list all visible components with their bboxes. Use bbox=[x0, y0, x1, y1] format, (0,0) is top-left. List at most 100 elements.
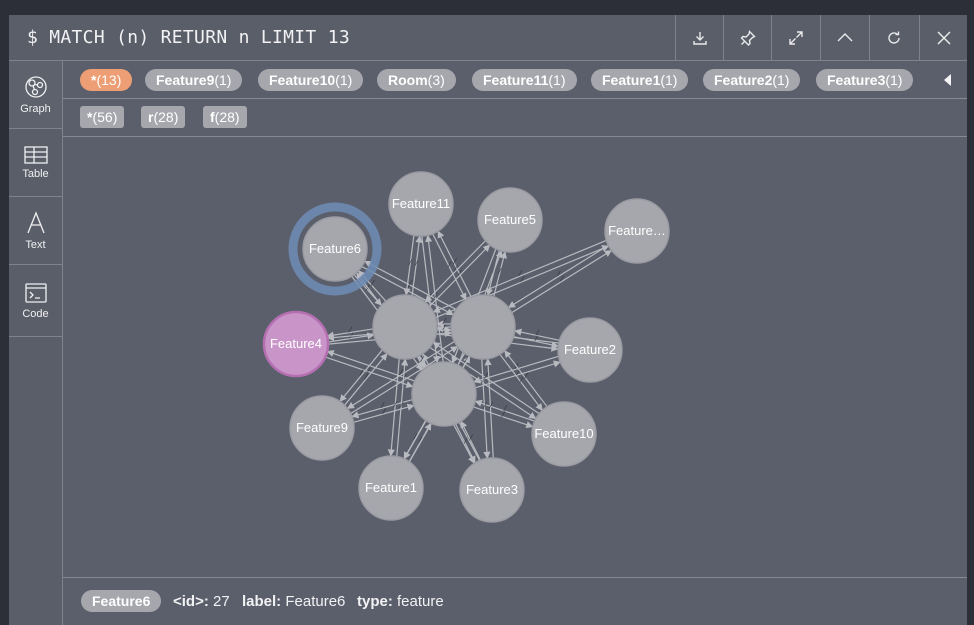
graph-node-room[interactable] bbox=[450, 294, 516, 360]
chip-name: Feature2 bbox=[714, 72, 773, 88]
node-circle[interactable] bbox=[372, 294, 438, 360]
query-text[interactable]: $ MATCH (n) RETURN n LIMIT 13 bbox=[27, 27, 350, 48]
chip-all-nodes[interactable]: *(13) bbox=[80, 69, 133, 91]
node-label: Feature9 bbox=[296, 420, 348, 435]
pin-button[interactable] bbox=[723, 15, 771, 60]
chip-name: Feature3 bbox=[827, 72, 886, 88]
prop-type: type: feature bbox=[357, 593, 444, 610]
prop-label: label: Feature6 bbox=[242, 593, 345, 610]
relationship-type-mark: ⁄ bbox=[408, 258, 413, 267]
download-button[interactable] bbox=[675, 15, 723, 60]
graph-node-f2[interactable]: Feature2 bbox=[557, 317, 623, 383]
graph-node-f6[interactable]: Feature6 bbox=[288, 202, 382, 296]
chip-count: (1) bbox=[885, 72, 903, 88]
table-icon bbox=[23, 146, 48, 164]
node-label: Feature… bbox=[608, 223, 666, 238]
sidebar-item-table[interactable]: Table bbox=[9, 129, 62, 197]
graph-node-f3[interactable]: Feature3 bbox=[459, 457, 525, 523]
node-label: Feature4 bbox=[270, 336, 322, 351]
graph-node-room[interactable] bbox=[411, 361, 477, 427]
chip-name: Feature11 bbox=[483, 72, 549, 88]
rerun-button[interactable] bbox=[869, 15, 917, 60]
node-label: Feature11 bbox=[392, 196, 450, 211]
close-icon bbox=[936, 30, 951, 45]
graph-node-f1[interactable]: Feature1 bbox=[358, 455, 424, 521]
pin-icon bbox=[740, 29, 756, 46]
chip-count: (1) bbox=[772, 72, 790, 88]
sidebar-item-label: Graph bbox=[20, 103, 51, 115]
chip-name: Feature1 bbox=[602, 72, 661, 88]
frame-header: $ MATCH (n) RETURN n LIMIT 13 bbox=[9, 15, 967, 61]
chip-name: Feature10 bbox=[269, 72, 336, 88]
relationship-type-mark: ⁄ bbox=[414, 259, 419, 268]
node-label: Feature3 bbox=[466, 482, 518, 497]
chip-count: (1) bbox=[335, 72, 353, 88]
relationship-type-mark: ⁄ bbox=[497, 267, 502, 276]
text-icon bbox=[26, 211, 45, 234]
graph-node-f11[interactable]: Feature11 bbox=[388, 171, 454, 237]
chip-feature11[interactable]: Feature11(1) bbox=[472, 69, 577, 91]
node-label: Feature6 bbox=[309, 241, 361, 256]
graph-node-fx[interactable]: Feature… bbox=[604, 198, 670, 264]
chip-count: (28) bbox=[153, 109, 179, 125]
chip-feature2[interactable]: Feature2(1) bbox=[703, 69, 801, 91]
node-circle[interactable] bbox=[450, 294, 516, 360]
sidebar-item-label: Code bbox=[22, 308, 49, 320]
graph-canvas[interactable]: ⁄ ⁄ ⁄ ⁄ ⁄ ⁄ ⁄ ⁄ ⁄ ⁄ ⁄ ⁄ ⁄ ⁄ ⁄ ⁄ ⁄ ⁄ ⁄ ⁄ ⁄ ⁄ ⁄ ⁄ ⁄ ⁄ ⁄ ⁄ ⁄ ⁄ ⁄ ⁄ ⁄ ⁄ ⁄ ⁄ ⁄ ⁄ ⁄ ⁄… bbox=[63, 137, 967, 577]
node-label: Feature2 bbox=[564, 342, 616, 357]
prop-key: label: bbox=[242, 593, 282, 610]
chip-count: (13) bbox=[96, 72, 122, 88]
graph-node-f5[interactable]: Feature5 bbox=[477, 187, 543, 253]
sidebar-item-code[interactable]: Code bbox=[9, 265, 62, 337]
relationship-type-mark: ⁄ bbox=[483, 402, 488, 411]
refresh-icon bbox=[887, 31, 900, 44]
chip-room[interactable]: Room(3) bbox=[377, 69, 456, 91]
graph-nodes: Feature6 Feature11 Feature5 Feature… Feature… bbox=[262, 171, 670, 523]
graph-node-f10[interactable]: Feature10 bbox=[531, 401, 597, 467]
chip-feature3[interactable]: Feature3(1) bbox=[816, 69, 914, 91]
chip-count: (3) bbox=[427, 72, 445, 88]
graph-node-f9[interactable]: Feature9 bbox=[289, 395, 355, 461]
download-icon bbox=[692, 31, 707, 45]
node-label: Feature10 bbox=[534, 426, 593, 441]
chip-rel-f[interactable]: f(28) bbox=[203, 106, 247, 128]
chip-rel-r[interactable]: r(28) bbox=[141, 106, 186, 128]
sidebar-item-label: Table bbox=[22, 168, 49, 180]
prop-id: <id>: 27 bbox=[173, 593, 230, 610]
prop-key: type: bbox=[357, 593, 393, 610]
collapse-button[interactable] bbox=[820, 15, 868, 60]
chip-count: (56) bbox=[92, 109, 118, 125]
collapse-up-icon bbox=[837, 32, 852, 41]
chip-name: Room bbox=[388, 72, 428, 88]
chip-count: (1) bbox=[548, 72, 566, 88]
prop-key: <id>: bbox=[173, 593, 209, 610]
sidebar-item-graph[interactable]: Graph bbox=[9, 61, 62, 129]
sidebar-item-label: Text bbox=[25, 239, 46, 251]
chip-feature9[interactable]: Feature9(1) bbox=[145, 69, 243, 91]
graph-node-room[interactable] bbox=[372, 294, 438, 360]
prop-value: Feature6 bbox=[285, 593, 346, 610]
expand-icon bbox=[788, 30, 803, 45]
chip-count: (1) bbox=[214, 72, 232, 88]
graph-visualization[interactable]: ⁄⁄⁄⁄ ⁄ ⁄ ⁄⁄⁄ ⁄ ⁄ ⁄⁄⁄⁄⁄⁄⁄⁄⁄⁄⁄ ⁄⁄⁄⁄⁄ ⁄⁄⁄⁄⁄⁄⁄⁄⁄⁄⁄⁄⁄… bbox=[63, 137, 967, 577]
fullscreen-button[interactable] bbox=[771, 15, 819, 60]
close-button[interactable] bbox=[919, 15, 967, 60]
node-circle[interactable] bbox=[411, 361, 477, 427]
graph-icon bbox=[24, 76, 47, 98]
sidebar-item-text[interactable]: Text bbox=[9, 197, 62, 265]
relationship-type-mark: ⁄ bbox=[370, 279, 375, 288]
chip-name: Feature9 bbox=[156, 72, 215, 88]
chip-all-relationships[interactable]: *(56) bbox=[80, 106, 125, 128]
node-label-filters: *(13) Feature9(1) Feature10(1) Room(3) F… bbox=[63, 61, 967, 99]
graph-node-f4[interactable]: Feature4 bbox=[262, 310, 330, 378]
scroll-left-icon[interactable] bbox=[944, 74, 951, 86]
chip-feature1[interactable]: Feature1(1) bbox=[591, 69, 689, 91]
chip-count: (1) bbox=[660, 72, 678, 88]
relationship-type-mark: ⁄ bbox=[442, 317, 447, 326]
prop-value: feature bbox=[397, 593, 444, 610]
selected-node-label-chip[interactable]: Feature6 bbox=[81, 590, 162, 612]
result-frame: $ MATCH (n) RETURN n LIMIT 13 Graph Tabl… bbox=[9, 15, 967, 625]
details-bar: Feature6 <id>: 27 label: Feature6 type: … bbox=[63, 577, 967, 625]
chip-feature10[interactable]: Feature10(1) bbox=[258, 69, 364, 91]
node-label: Feature5 bbox=[484, 212, 536, 227]
